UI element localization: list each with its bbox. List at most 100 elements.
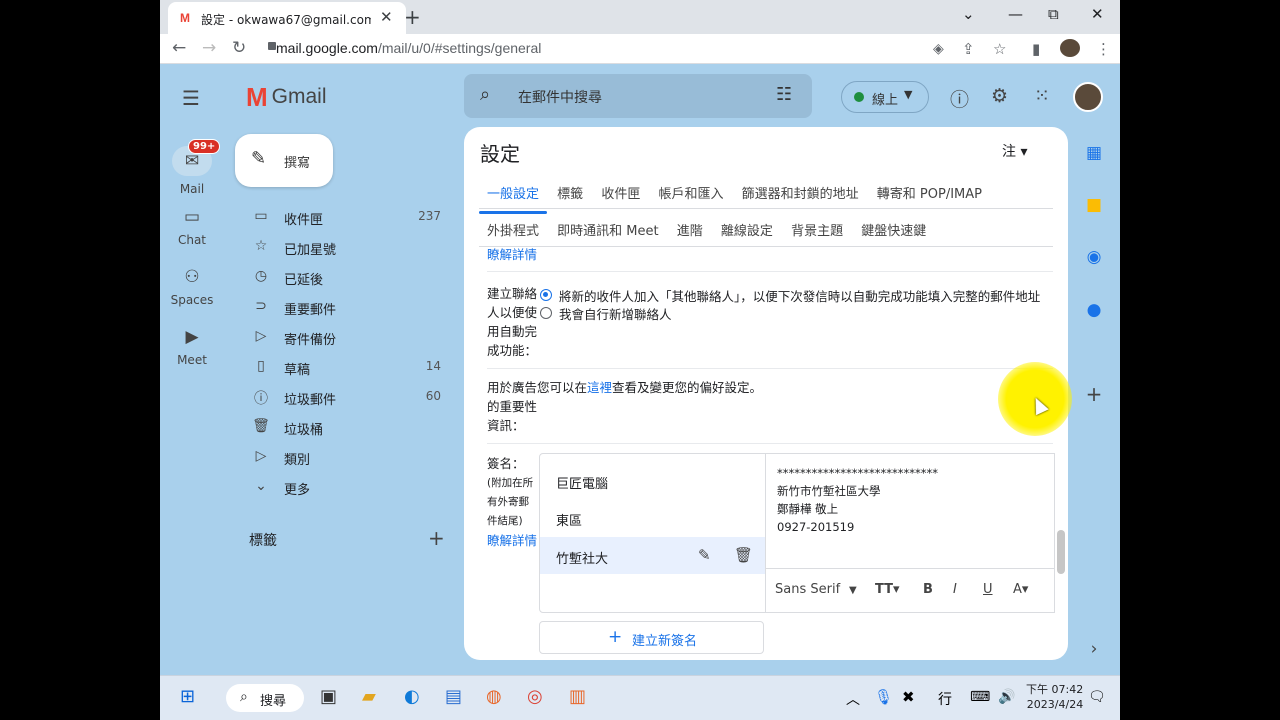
signature-item[interactable]: 巨匠電腦 [540, 462, 765, 499]
tab-accounts[interactable]: 帳戶和匯入 [658, 187, 723, 202]
task-view-icon[interactable]: ▣ [320, 686, 337, 707]
apps-grid-icon[interactable]: ⁙ [1034, 85, 1050, 107]
site-info-icon[interactable]: ◈ [933, 41, 944, 57]
account-avatar[interactable] [1073, 82, 1103, 112]
share-icon[interactable]: ⇪ [962, 40, 975, 58]
taskbar-search[interactable]: ⌕ 搜尋 [226, 684, 304, 712]
bold-icon[interactable]: B [923, 582, 933, 597]
tab-forwarding[interactable]: 轉寄和 POP/IMAP [877, 187, 982, 202]
tab-offline[interactable]: 離線設定 [721, 224, 773, 239]
close-circle-icon[interactable]: ✖ [902, 688, 915, 706]
search-options-icon[interactable]: ☷ [776, 84, 792, 105]
trash-icon[interactable]: 🗑 [734, 546, 753, 564]
signature-body[interactable]: **************************** 新竹市竹塹社區大學 鄭… [777, 464, 938, 536]
tab-advanced[interactable]: 進階 [677, 224, 703, 239]
store-icon[interactable]: ▤ [445, 686, 462, 707]
tab-themes[interactable]: 背景主題 [791, 224, 843, 239]
gmail-logo[interactable]: M Gmail [246, 82, 327, 113]
tab-addons[interactable]: 外掛程式 [487, 224, 539, 239]
reload-icon[interactable]: ↻ [232, 38, 246, 58]
microphone-icon[interactable]: 🎙 [874, 688, 893, 706]
add-addon-icon[interactable]: + [1084, 382, 1104, 406]
learn-more-link[interactable]: 瞭解詳情 [487, 245, 537, 264]
tab-shortcuts[interactable]: 鍵盤快速鍵 [861, 224, 926, 239]
scrollbar[interactable] [1057, 530, 1065, 574]
notification-icon[interactable]: 🗨 [1088, 689, 1106, 705]
input-tools-button[interactable]: 注 ▾ [1002, 141, 1027, 161]
browser-menu-icon[interactable]: ⋮ [1096, 40, 1111, 58]
lock-icon[interactable] [268, 42, 276, 50]
help-icon[interactable]: ⓘ [950, 85, 969, 112]
side-panel-icon[interactable]: ▮ [1032, 40, 1040, 58]
network-icon[interactable]: ⌨ [970, 689, 990, 705]
tab-filters[interactable]: 篩選器和封鎖的地址 [742, 187, 859, 202]
tab-close-icon[interactable]: ✕ [380, 8, 393, 26]
font-family-select[interactable]: Sans Serif [775, 582, 840, 597]
firefox-icon[interactable]: ◍ [486, 686, 502, 707]
signature-editor[interactable]: **************************** 新竹市竹塹社區大學 鄭… [765, 453, 1055, 613]
rail-spaces[interactable]: ⚇ Spaces [160, 267, 224, 307]
volume-icon[interactable]: 🔊 [998, 689, 1015, 705]
maximize-button[interactable]: ⧉ [1048, 5, 1059, 23]
app-icon[interactable]: ▥ [569, 686, 586, 707]
nav-inbox[interactable]: ▭ 收件匣 237 [240, 202, 445, 232]
nav-categories[interactable]: ▷ 類別 [240, 442, 445, 472]
nav-drafts[interactable]: ▯ 草稿 14 [240, 352, 445, 382]
nav-important[interactable]: ⊃ 重要郵件 [240, 292, 445, 322]
nav-sent[interactable]: ▷ 寄件備份 [240, 322, 445, 352]
back-icon[interactable]: ← [172, 38, 186, 58]
ime-indicator[interactable]: 行 [938, 689, 952, 709]
tab-general[interactable]: 一般設定 [487, 187, 539, 202]
text-color-icon[interactable]: A▾ [1013, 582, 1028, 597]
search-bar[interactable]: ⌕ 在郵件中搜尋 ☷ [464, 74, 812, 118]
tab-labels[interactable]: 標籤 [557, 187, 583, 202]
chevron-right-icon[interactable]: › [1084, 639, 1104, 659]
keep-icon[interactable]: ■ [1084, 195, 1104, 215]
create-new-signature-button[interactable]: + 建立新簽名 [539, 621, 764, 654]
system-clock[interactable]: 下午 07:42 2023/4/24 [1026, 682, 1083, 712]
chevron-up-icon[interactable]: ︿ [846, 689, 860, 709]
signature-learn-more-link[interactable]: 瞭解詳情 [487, 531, 537, 550]
new-tab-button[interactable]: + [404, 5, 421, 29]
calendar-icon[interactable]: ▦ [1084, 143, 1104, 163]
forward-icon[interactable]: → [202, 38, 216, 58]
nav-spam[interactable]: ⓘ 垃圾郵件 60 [240, 382, 445, 412]
edit-icon[interactable]: ✎ [698, 546, 711, 564]
browser-tab[interactable]: M 設定 - okwawa67@gmail.com ✕ [168, 2, 406, 34]
nav-trash[interactable]: 🗑 垃圾桶 [240, 412, 445, 442]
signature-item-selected[interactable]: 竹塹社大 ✎ 🗑 [540, 537, 765, 574]
tab-chat-meet[interactable]: 即時通訊和 Meet [557, 224, 658, 239]
search-icon[interactable]: ⌕ [480, 84, 490, 105]
rail-chat[interactable]: ▭ Chat [160, 207, 224, 247]
auto-add-contacts-radio[interactable] [540, 289, 552, 301]
status-selector[interactable]: 線上 ▼ [841, 81, 929, 113]
windows-start-icon[interactable]: ⊞ [180, 686, 195, 707]
tasks-icon[interactable]: ◉ [1084, 247, 1104, 267]
italic-icon[interactable]: I [953, 582, 957, 597]
file-explorer-icon[interactable]: ▰ [362, 686, 376, 707]
manual-contacts-radio[interactable] [540, 307, 552, 319]
profile-avatar[interactable] [1060, 39, 1080, 57]
minimize-button[interactable]: — [1008, 5, 1023, 23]
chrome-icon[interactable]: ◎ [527, 686, 543, 707]
nav-snoozed[interactable]: ◷ 已延後 [240, 262, 445, 292]
close-window-button[interactable]: ✕ [1091, 5, 1104, 23]
tab-inbox[interactable]: 收件匣 [601, 187, 640, 202]
search-input[interactable]: 在郵件中搜尋 [518, 87, 602, 107]
gear-icon[interactable]: ⚙ [991, 85, 1008, 107]
chevron-down-icon[interactable]: ▼ [849, 585, 857, 596]
rail-meet[interactable]: ▶ Meet [160, 327, 224, 367]
main-menu-icon[interactable]: ☰ [182, 86, 200, 110]
compose-button[interactable]: ✎ 撰寫 [235, 134, 333, 187]
nav-starred[interactable]: ☆ 已加星號 [240, 232, 445, 262]
url-field[interactable]: mail.google.com/mail/u/0/#settings/gener… [276, 40, 541, 56]
edge-icon[interactable]: ◐ [404, 686, 420, 707]
tab-search-icon[interactable]: ⌄ [962, 5, 975, 23]
add-label-icon[interactable]: + [428, 526, 445, 550]
underline-icon[interactable]: U [983, 582, 993, 597]
signature-item[interactable]: 東區 [540, 499, 765, 536]
bookmark-star-icon[interactable]: ☆ [993, 40, 1006, 58]
nav-more[interactable]: ⌄ 更多 [240, 472, 445, 502]
ads-settings-link[interactable]: 這裡 [587, 380, 612, 395]
contacts-icon[interactable]: ● [1084, 300, 1104, 320]
